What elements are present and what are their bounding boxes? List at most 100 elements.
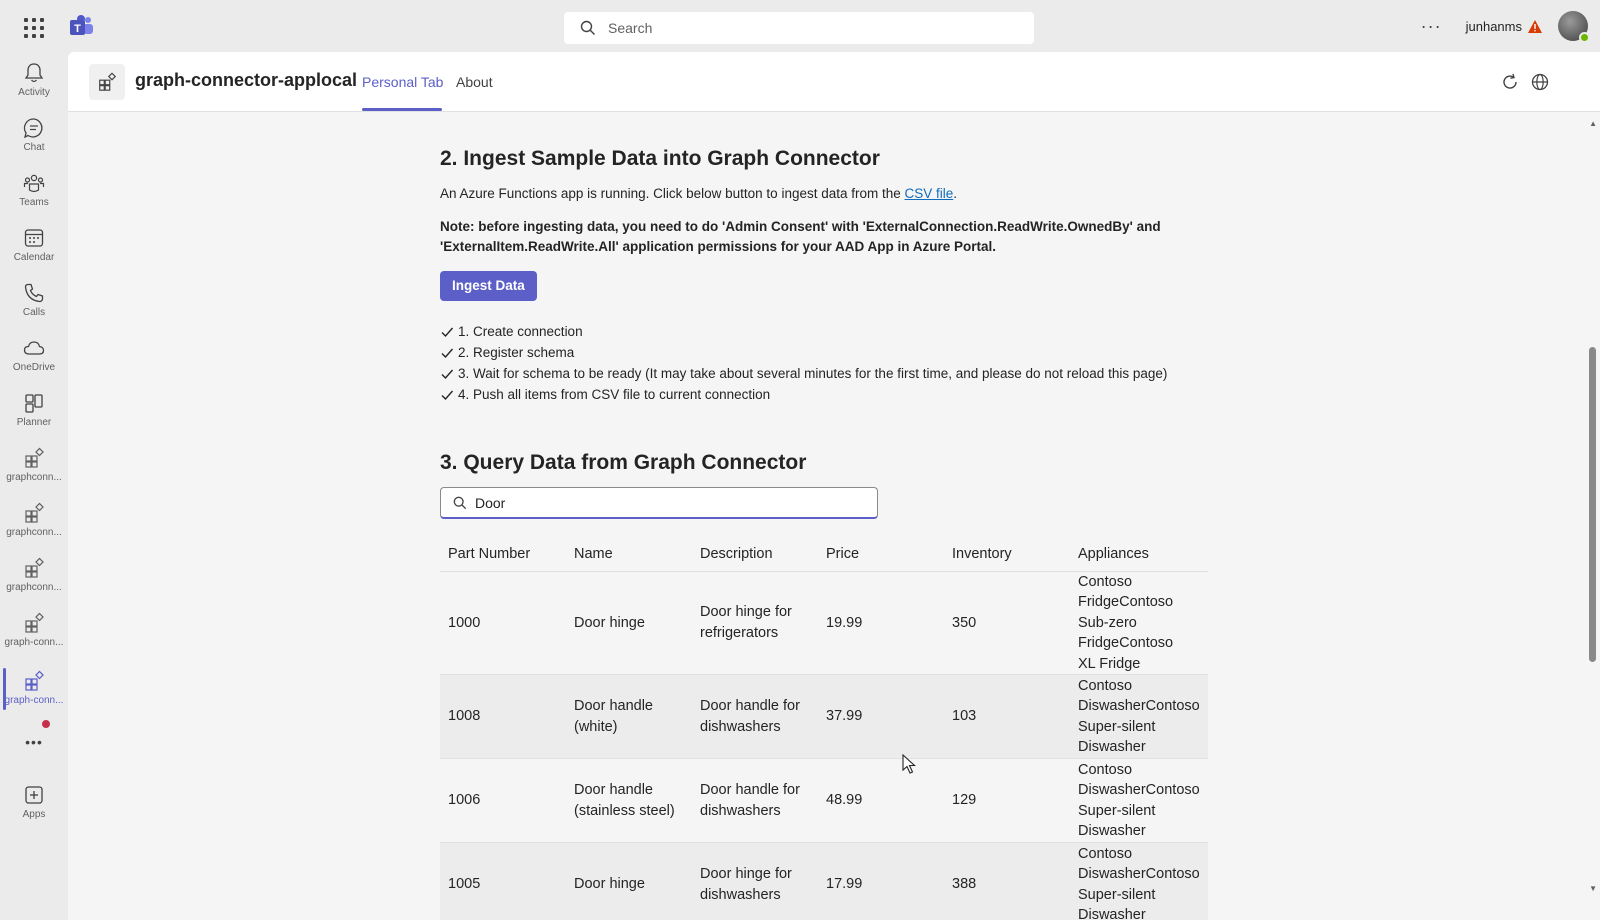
rail-item-graph-conn-1[interactable]: graph-conn... — [0, 606, 68, 658]
username-label: junhanms — [1465, 18, 1522, 34]
cell-description: Door hinge for refrigerators — [692, 571, 818, 675]
tab-about[interactable]: About — [456, 74, 493, 90]
scroll-up-icon[interactable]: ▲ — [1589, 119, 1597, 128]
rail-item-graphconn-2[interactable]: graphconn... — [0, 496, 68, 548]
rail-item-teams[interactable]: Teams — [0, 166, 68, 218]
left-rail: Activity Chat Teams Calendar Calls OneDr… — [0, 52, 68, 920]
table-row[interactable]: 1000 Door hinge Door hinge for refrigera… — [440, 571, 1208, 675]
column-header[interactable]: Part Number — [440, 537, 566, 572]
global-search-input[interactable]: Search — [564, 12, 1034, 44]
app-icon — [25, 612, 44, 633]
planner-icon — [25, 394, 43, 413]
column-header[interactable]: Description — [692, 537, 818, 572]
rail-item-chat[interactable]: Chat — [0, 111, 68, 163]
column-header[interactable]: Price — [818, 537, 944, 572]
rail-item-graph-conn-active[interactable]: graph-conn... — [0, 664, 68, 716]
ingest-data-button[interactable]: Ingest Data — [440, 271, 537, 301]
intro-suffix: . — [953, 186, 958, 201]
csv-file-link[interactable]: CSV file — [905, 186, 954, 201]
table-row[interactable]: 1006 Door handle (stainless steel) Door … — [440, 758, 1208, 843]
notification-dot — [42, 720, 50, 728]
query-search-input[interactable]: Door — [440, 487, 878, 519]
app-title: graph-connector-applocal — [135, 70, 358, 90]
check-icon — [441, 390, 454, 400]
globe-icon[interactable] — [1530, 72, 1550, 92]
cell-appliances: Contoso DiswasherContoso Super-silent Di… — [1070, 842, 1208, 920]
cell-description: Door handle for dishwashers — [692, 758, 818, 843]
avatar[interactable] — [1558, 11, 1590, 43]
cloud-icon — [23, 341, 45, 355]
rail-label: Activity — [18, 87, 50, 98]
teams-icon — [23, 174, 45, 193]
more-apps-button[interactable]: ••• — [0, 728, 68, 754]
table-row[interactable]: 1005 Door hinge Door hinge for dishwashe… — [440, 842, 1208, 920]
app-icon — [25, 502, 44, 523]
cell-price: 19.99 — [818, 571, 944, 675]
rail-item-graphconn-1[interactable]: graphconn... — [0, 441, 68, 493]
mouse-cursor-icon — [902, 754, 916, 774]
list-item: 1. Create connection — [440, 321, 1167, 342]
search-icon — [580, 20, 595, 35]
main-panel: graph-connector-applocal Personal Tab Ab… — [68, 52, 1600, 920]
rail-item-calendar[interactable]: Calendar — [0, 221, 68, 273]
app-icon — [25, 670, 44, 691]
rail-item-calls[interactable]: Calls — [0, 276, 68, 328]
search-placeholder: Search — [608, 20, 653, 36]
ingest-steps-list: 1. Create connection 2. Register schema … — [440, 321, 1167, 405]
tab-personal[interactable]: Personal Tab — [362, 74, 443, 90]
list-item: 4. Push all items from CSV file to curre… — [440, 384, 1167, 405]
warning-icon — [1528, 19, 1542, 33]
refresh-icon[interactable] — [1500, 72, 1520, 92]
rail-item-graphconn-3[interactable]: graphconn... — [0, 551, 68, 603]
add-app-icon — [25, 786, 43, 804]
cell-appliances: Contoso DiswasherContoso Super-silent Di… — [1070, 758, 1208, 843]
more-options-icon[interactable]: ··· — [1421, 16, 1442, 37]
step-label: 4. Push all items from CSV file to curre… — [458, 387, 771, 402]
bell-icon — [24, 63, 44, 83]
note-line-1: Note: before ingesting data, you need to… — [440, 219, 1161, 234]
rail-item-planner[interactable]: Planner — [0, 386, 68, 438]
column-header[interactable]: Appliances — [1070, 537, 1208, 572]
cell-name: Door hinge — [566, 842, 692, 920]
app-header: graph-connector-applocal Personal Tab Ab… — [68, 52, 1600, 112]
check-icon — [441, 327, 454, 337]
column-header[interactable]: Name — [566, 537, 692, 572]
rail-label: graph-conn... — [4, 637, 64, 648]
rail-item-onedrive[interactable]: OneDrive — [0, 331, 68, 383]
cell-price: 37.99 — [818, 674, 944, 759]
active-tab-indicator — [362, 108, 442, 111]
cell-inventory: 129 — [944, 758, 1070, 843]
cell-name: Door handle (stainless steel) — [566, 758, 692, 843]
cell-part-number: 1000 — [440, 571, 566, 675]
chat-icon — [23, 118, 43, 139]
query-value: Door — [475, 494, 506, 511]
rail-label: Planner — [16, 417, 52, 428]
rail-label: OneDrive — [12, 362, 56, 373]
rail-item-apps[interactable]: Apps — [0, 778, 68, 830]
cell-name: Door handle (white) — [566, 674, 692, 759]
cell-appliances: Contoso FridgeContoso Sub-zero FridgeCon… — [1070, 571, 1208, 675]
column-header[interactable]: Inventory — [944, 537, 1070, 572]
cell-part-number: 1008 — [440, 674, 566, 759]
rail-label: graph-conn... — [4, 695, 64, 706]
rail-item-activity[interactable]: Activity — [0, 56, 68, 108]
teams-logo-icon: T — [70, 15, 93, 35]
phone-icon — [24, 283, 44, 303]
scroll-down-icon[interactable]: ▼ — [1589, 884, 1597, 893]
cell-description: Door handle for dishwashers — [692, 674, 818, 759]
cell-description: Door hinge for dishwashers — [692, 842, 818, 920]
cell-inventory: 350 — [944, 571, 1070, 675]
check-icon — [441, 369, 454, 379]
cell-part-number: 1006 — [440, 758, 566, 843]
scrollbar-thumb[interactable] — [1589, 347, 1596, 662]
app-logo-icon — [89, 64, 125, 100]
results-table: Part Number Name Description Price Inven… — [440, 537, 1208, 920]
cell-inventory: 388 — [944, 842, 1070, 920]
app-icon — [25, 557, 44, 578]
intro-text: An Azure Functions app is running. Click… — [440, 186, 905, 201]
rail-label: Calendar — [13, 252, 55, 263]
rail-label: Apps — [22, 809, 46, 820]
table-row[interactable]: 1008 Door handle (white) Door handle for… — [440, 674, 1208, 759]
app-launcher-icon[interactable] — [22, 16, 46, 40]
table-header-row: Part Number Name Description Price Inven… — [440, 537, 1208, 572]
